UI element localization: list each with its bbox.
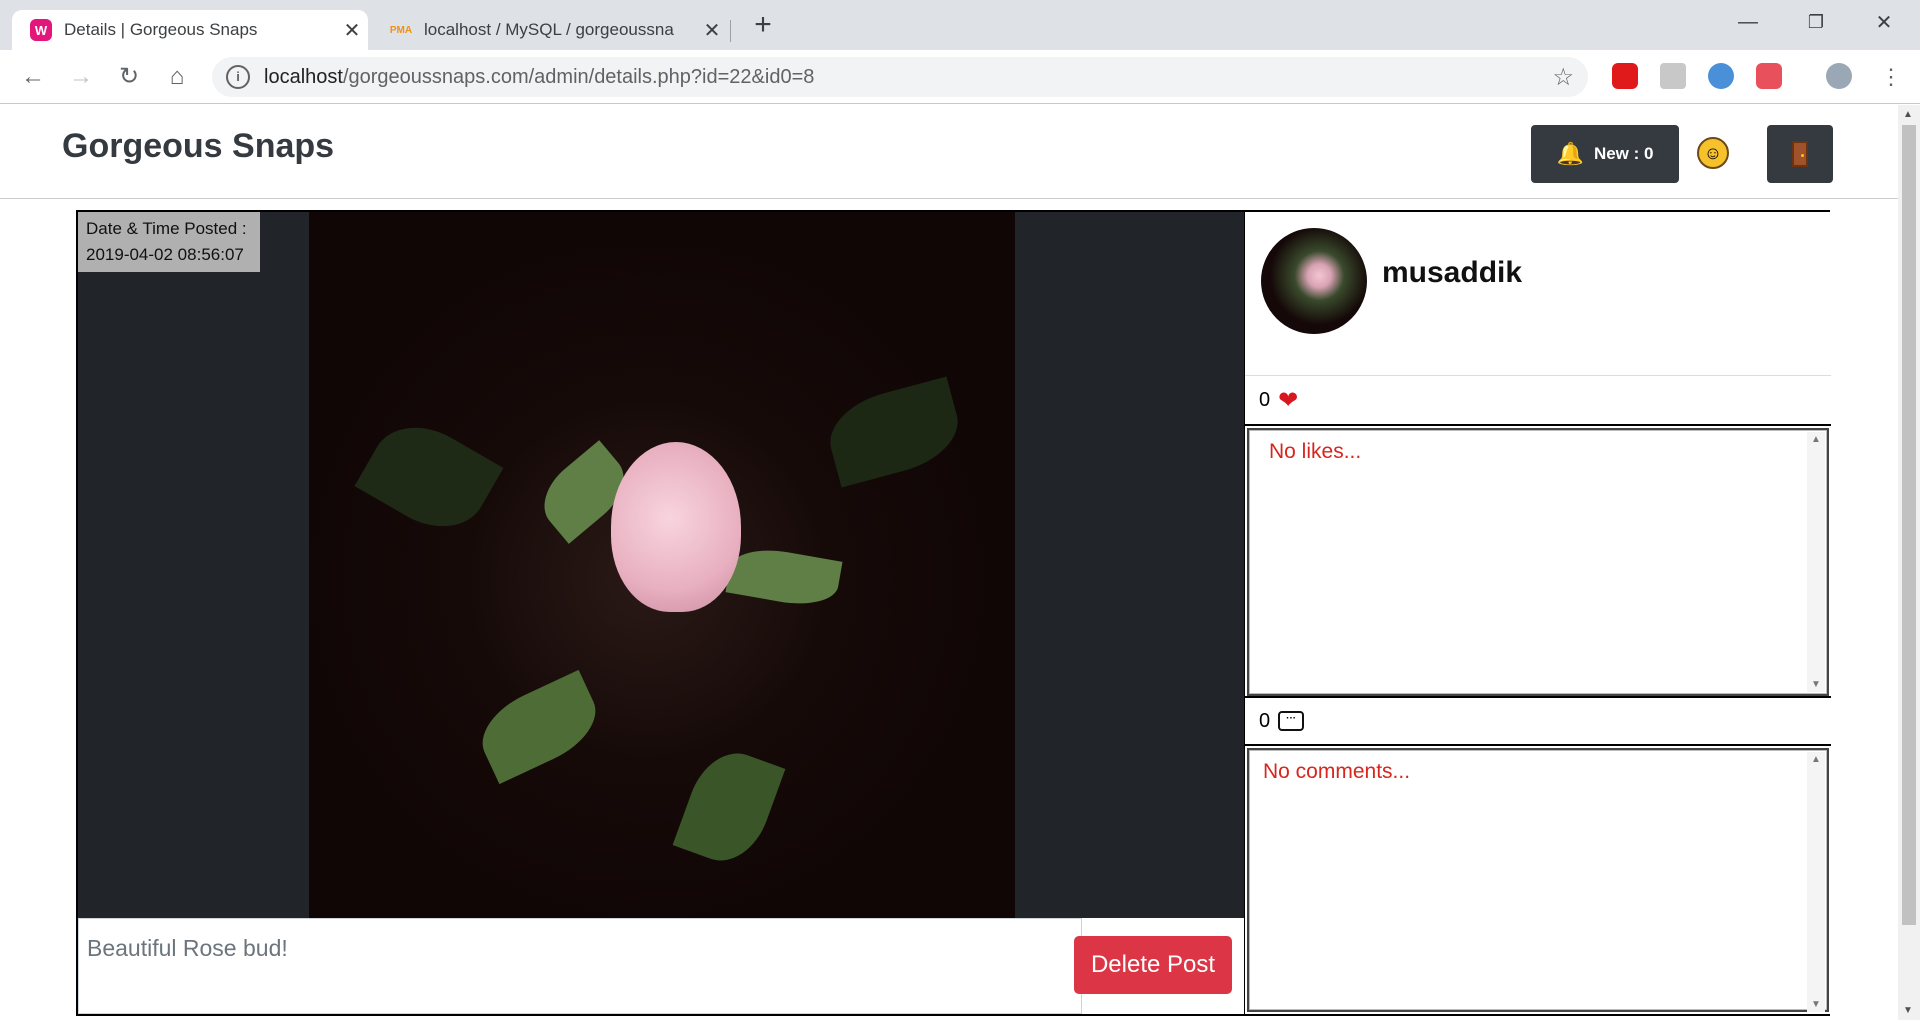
url-path: /gorgeoussnaps.com/admin/details.php?id=… [342, 65, 815, 88]
no-comments-text: No comments... [1263, 760, 1411, 783]
comments-scrollbar[interactable]: ▲ ▼ [1807, 752, 1825, 1012]
page: Gorgeous Snaps 🔔 New : 0 ☺ Date & Time P… [0, 105, 1898, 1020]
tab-strip: W Details | Gorgeous Snaps ✕ PMA localho… [0, 0, 1920, 50]
tab-phpmyadmin[interactable]: PMA localhost / MySQL / gorgeoussna ✕ [372, 10, 728, 50]
browser-chrome: W Details | Gorgeous Snaps ✕ PMA localho… [0, 0, 1920, 104]
no-likes-text: No likes... [1269, 440, 1362, 463]
bell-icon: 🔔 [1556, 141, 1584, 166]
forward-arrow-icon[interactable]: → [66, 62, 96, 92]
wamp-favicon-icon: W [30, 19, 52, 41]
home-icon[interactable]: ⌂ [162, 62, 192, 92]
scroll-down-arrow-icon[interactable]: ▼ [1811, 999, 1821, 1010]
info-icon[interactable]: i [226, 65, 250, 89]
timestamp-value: 2019-04-02 08:56:07 [86, 245, 244, 264]
likes-count-row: 0 ❤ [1245, 376, 1831, 426]
tab-separator [730, 20, 731, 42]
heart-icon[interactable]: ❤ [1278, 386, 1298, 415]
new-tab-button[interactable]: + [748, 10, 778, 42]
avatar[interactable] [1261, 228, 1367, 334]
page-scrollbar[interactable]: ▲ ▼ [1898, 105, 1920, 1020]
close-tab-icon[interactable]: ✕ [336, 18, 368, 43]
rose-bud [591, 422, 761, 637]
post-photo [309, 212, 1015, 918]
minimize-button[interactable]: — [1714, 0, 1782, 44]
scroll-down-arrow-icon[interactable]: ▼ [1903, 1005, 1913, 1016]
back-arrow-icon[interactable]: ← [18, 62, 48, 92]
post-card: Date & Time Posted : 2019-04-02 08:56:07… [76, 210, 1831, 1016]
scrollbar-thumb[interactable] [1902, 125, 1916, 925]
likes-count: 0 [1259, 388, 1271, 411]
cube-extension-icon[interactable] [1660, 63, 1686, 89]
comment-bubble-icon[interactable]: ··· [1278, 711, 1305, 731]
tab-title: Details | Gorgeous Snaps [64, 20, 258, 39]
timestamp-label: Date & Time Posted : [86, 219, 247, 238]
rose-petals [611, 442, 741, 612]
scroll-up-arrow-icon[interactable]: ▲ [1811, 434, 1821, 445]
leaf-shape [354, 408, 504, 546]
comments-count: 0 [1259, 709, 1271, 732]
scroll-down-arrow-icon[interactable]: ▼ [1811, 679, 1821, 690]
comments-count-row: 0 ··· [1245, 696, 1831, 746]
brand-title[interactable]: Gorgeous Snaps [62, 127, 334, 166]
scroll-up-arrow-icon[interactable]: ▲ [1903, 109, 1913, 120]
profile-avatar-icon[interactable] [1826, 63, 1852, 89]
username[interactable]: musaddik [1382, 256, 1522, 290]
leaf-shape [469, 669, 609, 785]
caption-row: Beautiful Rose bud! Delete Post [78, 918, 1244, 1014]
tab-title: localhost / MySQL / gorgeoussna [424, 20, 674, 39]
browser-toolbar: ← → ↻ ⌂ i localhost/gorgeoussnaps.com/ad… [0, 50, 1920, 104]
notifications-button[interactable]: 🔔 New : 0 [1531, 125, 1679, 183]
leaf-shape [672, 741, 786, 873]
url-text[interactable]: localhost/gorgeoussnaps.com/admin/detail… [264, 66, 814, 89]
author-profile: musaddik [1245, 212, 1831, 376]
shield-extension-icon[interactable] [1756, 63, 1782, 89]
comments-list[interactable]: No comments... ▲ ▼ [1247, 748, 1829, 1012]
timestamp-badge: Date & Time Posted : 2019-04-02 08:56:07 [78, 212, 260, 272]
adblock-extension-icon[interactable] [1612, 63, 1638, 89]
bookmark-star-icon[interactable]: ☆ [1552, 63, 1574, 92]
notifications-label: New : 0 [1593, 144, 1654, 163]
delete-post-button[interactable]: Delete Post [1074, 936, 1232, 994]
post-sidebar: musaddik 0 ❤ No likes... ▲ ▼ 0 ··· No co… [1244, 212, 1831, 1014]
close-window-button[interactable]: ✕ [1850, 0, 1918, 44]
tab-details[interactable]: W Details | Gorgeous Snaps ✕ [12, 10, 368, 50]
restore-button[interactable]: ❐ [1782, 0, 1850, 44]
menu-dots-icon[interactable]: ⋮ [1876, 62, 1906, 92]
logout-button[interactable] [1767, 125, 1833, 183]
leaf-shape [820, 376, 968, 488]
door-icon [1792, 141, 1808, 167]
caption-textarea[interactable]: Beautiful Rose bud! [78, 918, 1082, 1014]
likes-list[interactable]: No likes... ▲ ▼ [1247, 428, 1829, 696]
photo-container: Date & Time Posted : 2019-04-02 08:56:07 [78, 212, 1244, 918]
user-face-icon[interactable]: ☺ [1697, 137, 1729, 169]
scroll-up-arrow-icon[interactable]: ▲ [1811, 754, 1821, 765]
close-tab-icon[interactable]: ✕ [696, 18, 728, 43]
phpmyadmin-favicon-icon: PMA [389, 24, 413, 36]
reload-icon[interactable]: ↻ [114, 62, 144, 92]
site-navbar: Gorgeous Snaps 🔔 New : 0 ☺ [0, 105, 1898, 199]
globe-extension-icon[interactable] [1708, 63, 1734, 89]
address-bar[interactable]: i localhost/gorgeoussnaps.com/admin/deta… [212, 57, 1588, 97]
likes-scrollbar[interactable]: ▲ ▼ [1807, 432, 1825, 692]
url-host: localhost [264, 65, 343, 88]
